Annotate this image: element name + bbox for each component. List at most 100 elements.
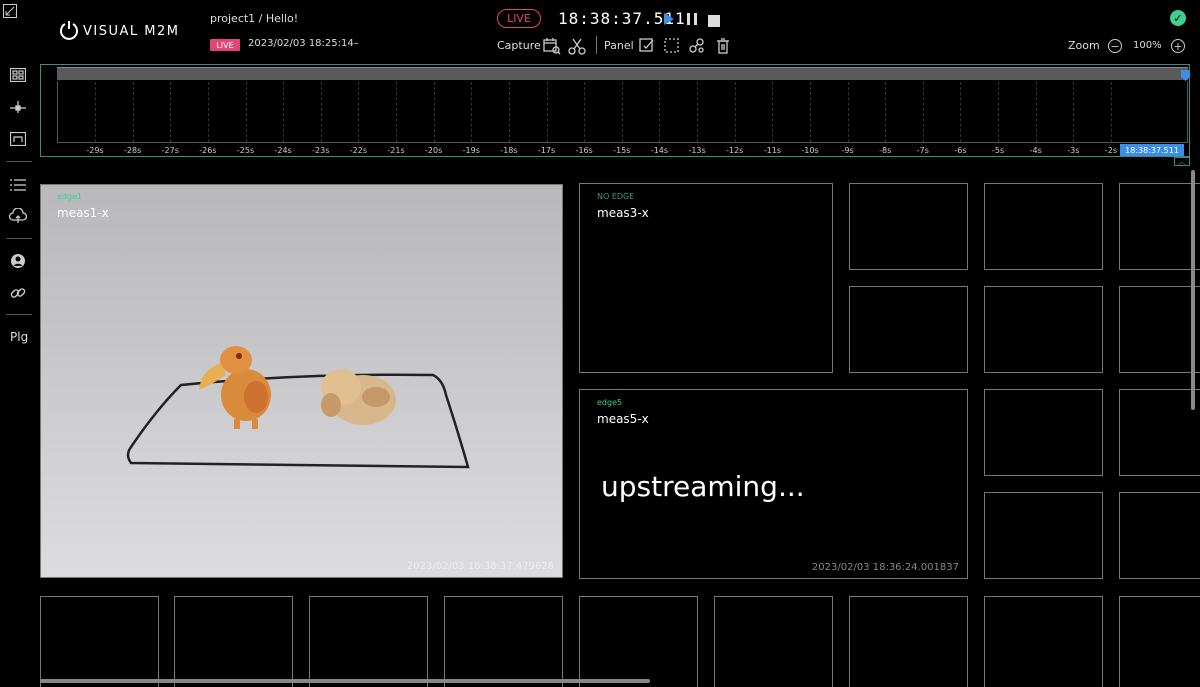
timeline-gridline (546, 82, 548, 142)
timeline-tick-label: -28s (124, 146, 142, 155)
empty-panel[interactable] (849, 596, 968, 687)
scissors-icon[interactable] (568, 37, 586, 55)
empty-panel[interactable] (1119, 596, 1200, 687)
pause-button[interactable] (685, 11, 701, 27)
timeline-gridline (922, 82, 924, 142)
logo-icon (59, 20, 79, 40)
timeline-gridline (471, 82, 473, 142)
capture-label: Capture (497, 39, 541, 52)
playhead-marker-icon[interactable] (1181, 66, 1190, 81)
empty-panel[interactable] (174, 596, 293, 687)
play-button[interactable] (662, 11, 678, 27)
timeline-tick-label: -2s (1104, 146, 1118, 155)
calendar-search-icon[interactable] (543, 37, 561, 55)
toolbar-separator (596, 36, 597, 54)
timeline-tick-label: -21s (387, 146, 405, 155)
timeline-scrub-bar[interactable] (57, 67, 1188, 80)
timeline-tick-label: -17s (537, 146, 556, 155)
collapse-timeline-button[interactable]: ︿ (1174, 157, 1190, 166)
empty-panel[interactable] (1119, 389, 1200, 476)
logo-text: VISUAL M2M (83, 24, 180, 39)
timeline-tick-label: -14s (650, 146, 669, 155)
timeline-gridline (245, 82, 247, 142)
timeline-tick-label: -24s (274, 146, 292, 155)
zoom-in-button[interactable]: + (1171, 39, 1185, 53)
dashboard-icon[interactable] (8, 66, 28, 84)
timeline-tick-label: -22s (349, 146, 368, 155)
live-button[interactable]: LIVE (497, 9, 541, 28)
empty-panel[interactable] (309, 596, 428, 687)
project-breadcrumb[interactable]: project1 / Hello! (210, 12, 298, 25)
empty-panel[interactable] (40, 596, 159, 687)
timeline-tick-label: -3s (1067, 146, 1080, 155)
timeline-current-time: 18:38:37.511 (1120, 144, 1184, 156)
timeline-gridline (207, 82, 209, 142)
list-icon[interactable] (8, 176, 28, 194)
zoom-value: 100% (1133, 40, 1162, 51)
timeline-tick-label: -10s (801, 146, 819, 155)
select-area-icon[interactable] (663, 37, 681, 55)
live-badge: LIVE (210, 39, 240, 51)
edge-label: edge5 (597, 398, 623, 407)
timeline-gridline (659, 82, 661, 142)
timeline-tick-label: -8s (879, 146, 892, 155)
empty-panel[interactable] (714, 596, 833, 687)
cloud-upload-icon[interactable] (8, 207, 28, 225)
panel-label: Panel (604, 39, 634, 52)
timeline-gridline (132, 82, 134, 142)
user-icon[interactable] (8, 252, 28, 270)
window-icon[interactable] (8, 130, 28, 148)
timeline-tick-label: -18s (500, 146, 518, 155)
panel-meas5[interactable]: edge5 meas5-x upstreaming... 2023/02/03 … (579, 389, 968, 579)
empty-panel[interactable] (1119, 492, 1200, 579)
frame-timestamp: 2023/02/03 18:36:24.001837 (811, 562, 959, 573)
zoom-label: Zoom (1068, 39, 1100, 52)
zoom-out-button[interactable]: − (1108, 39, 1122, 53)
link-panels-icon[interactable] (688, 37, 706, 55)
frame-timestamp: 2023/02/03 18:38:37.479628 (406, 561, 554, 572)
empty-panel[interactable] (1119, 183, 1200, 270)
node-icon[interactable] (8, 98, 28, 116)
empty-panel[interactable] (849, 183, 968, 270)
empty-panel[interactable] (984, 183, 1103, 270)
timeline-gridline (885, 82, 887, 142)
stop-button[interactable] (708, 12, 724, 28)
sidebar-divider (6, 238, 32, 239)
timeline-gridline (433, 82, 435, 142)
vertical-scrollbar[interactable] (1191, 170, 1195, 410)
timeline-gridline (170, 82, 172, 142)
timeline-gridline (697, 82, 699, 142)
timeline-tick-label: -5s (992, 146, 1005, 155)
empty-panel[interactable] (444, 596, 563, 687)
timeline-tick-label: -12s (726, 146, 744, 155)
panel-meas3[interactable]: NO EDGE meas3-x (579, 183, 833, 373)
timeline-tick-label: -26s (199, 146, 217, 155)
timeline-tick-label: -29s (86, 146, 104, 155)
empty-panel[interactable] (579, 596, 698, 687)
timeline-tick-label: -4s (1029, 146, 1042, 155)
empty-panel[interactable] (984, 286, 1103, 373)
plugin-menu-item[interactable]: Plg (10, 330, 28, 344)
edge-label: NO EDGE (597, 192, 635, 201)
timeline-gridline (1035, 82, 1037, 142)
timeline-gridline (621, 82, 623, 142)
timeline-gridline (809, 82, 811, 142)
horizontal-scrollbar[interactable] (40, 679, 650, 683)
empty-panel[interactable] (1119, 286, 1200, 373)
camera-panel-meas1[interactable]: edge1 meas1-x 2023/02/03 18:38:37.479628 (40, 184, 563, 578)
empty-panel[interactable] (984, 596, 1103, 687)
timeline-gridline (960, 82, 962, 142)
connection-ok-icon: ✓ (1170, 10, 1186, 26)
edge-label: edge1 (57, 192, 83, 201)
empty-panel[interactable] (984, 492, 1103, 579)
timeline-gridline (95, 82, 96, 142)
trash-icon[interactable] (714, 37, 732, 55)
link-icon[interactable] (8, 284, 28, 302)
timeline-tick-label: -9s (841, 146, 854, 155)
measurement-name: meas3-x (597, 206, 649, 220)
session-start-time: 2023/02/03 18:25:14– (248, 38, 359, 49)
empty-panel[interactable] (984, 389, 1103, 476)
empty-panel[interactable] (849, 286, 968, 373)
camera-feed-image (126, 346, 470, 469)
panel-edit-icon[interactable] (638, 37, 656, 55)
